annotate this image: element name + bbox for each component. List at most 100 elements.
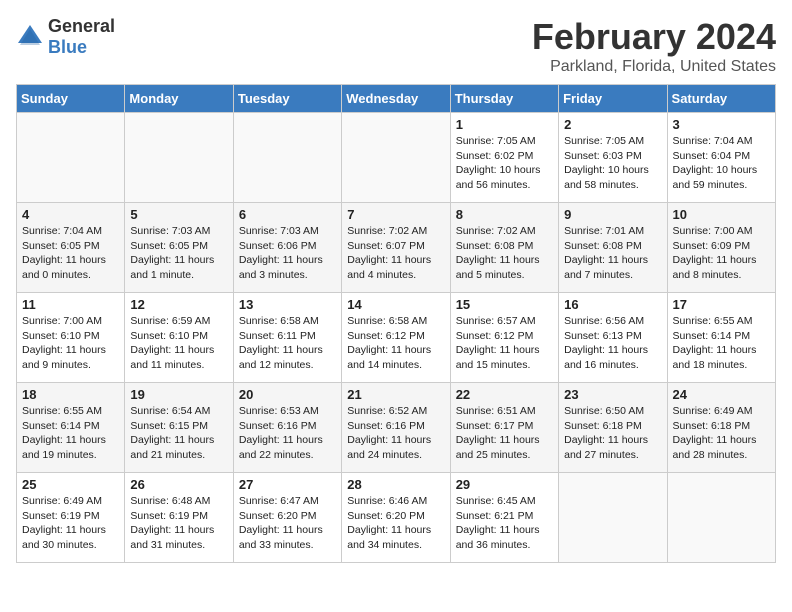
calendar-cell: 2 Sunrise: 7:05 AM Sunset: 6:03 PM Daylig…	[559, 113, 667, 203]
calendar-cell: 29 Sunrise: 6:45 AM Sunset: 6:21 PM Dayli…	[450, 473, 558, 563]
day-number: 19	[130, 387, 227, 402]
day-number: 28	[347, 477, 444, 492]
day-info: Sunrise: 6:52 AM Sunset: 6:16 PM Dayligh…	[347, 404, 444, 463]
calendar-cell: 16 Sunrise: 6:56 AM Sunset: 6:13 PM Dayli…	[559, 293, 667, 383]
day-number: 24	[673, 387, 770, 402]
day-info: Sunrise: 7:00 AM Sunset: 6:10 PM Dayligh…	[22, 314, 119, 373]
day-info: Sunrise: 6:55 AM Sunset: 6:14 PM Dayligh…	[22, 404, 119, 463]
calendar-cell: 7 Sunrise: 7:02 AM Sunset: 6:07 PM Daylig…	[342, 203, 450, 293]
page-title: February 2024	[532, 16, 776, 58]
page-header: General Blue February 2024 Parkland, Flo…	[16, 16, 776, 76]
day-info: Sunrise: 7:02 AM Sunset: 6:08 PM Dayligh…	[456, 224, 553, 283]
day-number: 27	[239, 477, 336, 492]
header-thursday: Thursday	[450, 85, 558, 113]
calendar-cell: 15 Sunrise: 6:57 AM Sunset: 6:12 PM Dayli…	[450, 293, 558, 383]
calendar-cell: 14Sunrise: 6:58 AM Sunset: 6:12 PM Dayli…	[342, 293, 450, 383]
calendar-cell: 5 Sunrise: 7:03 AM Sunset: 6:05 PM Daylig…	[125, 203, 233, 293]
day-info: Sunrise: 6:46 AM Sunset: 6:20 PM Dayligh…	[347, 494, 444, 553]
calendar-cell: 10 Sunrise: 7:00 AM Sunset: 6:09 PM Dayli…	[667, 203, 775, 293]
calendar-week-0: 1Sunrise: 7:05 AM Sunset: 6:02 PM Daylig…	[17, 113, 776, 203]
calendar-cell: 17Sunrise: 6:55 AM Sunset: 6:14 PM Dayli…	[667, 293, 775, 383]
day-number: 5	[130, 207, 227, 222]
calendar-cell: 1Sunrise: 7:05 AM Sunset: 6:02 PM Daylig…	[450, 113, 558, 203]
day-number: 6	[239, 207, 336, 222]
day-info: Sunrise: 7:01 AM Sunset: 6:08 PM Dayligh…	[564, 224, 661, 283]
day-info: Sunrise: 7:05 AM Sunset: 6:02 PM Dayligh…	[456, 134, 553, 193]
calendar-cell: 18Sunrise: 6:55 AM Sunset: 6:14 PM Dayli…	[17, 383, 125, 473]
day-number: 11	[22, 297, 119, 312]
calendar-cell	[559, 473, 667, 563]
day-number: 12	[130, 297, 227, 312]
calendar-table: SundayMondayTuesdayWednesdayThursdayFrid…	[16, 84, 776, 563]
calendar-cell: 9 Sunrise: 7:01 AM Sunset: 6:08 PM Daylig…	[559, 203, 667, 293]
day-number: 4	[22, 207, 119, 222]
day-info: Sunrise: 7:00 AM Sunset: 6:09 PM Dayligh…	[673, 224, 770, 283]
day-info: Sunrise: 6:48 AM Sunset: 6:19 PM Dayligh…	[130, 494, 227, 553]
day-number: 17	[673, 297, 770, 312]
calendar-cell: 13 Sunrise: 6:58 AM Sunset: 6:11 PM Dayli…	[233, 293, 341, 383]
day-info: Sunrise: 6:49 AM Sunset: 6:19 PM Dayligh…	[22, 494, 119, 553]
day-info: Sunrise: 6:56 AM Sunset: 6:13 PM Dayligh…	[564, 314, 661, 373]
calendar-cell: 25 Sunrise: 6:49 AM Sunset: 6:19 PM Dayli…	[17, 473, 125, 563]
day-number: 3	[673, 117, 770, 132]
calendar-header-row: SundayMondayTuesdayWednesdayThursdayFrid…	[17, 85, 776, 113]
day-number: 23	[564, 387, 661, 402]
calendar-cell: 28 Sunrise: 6:46 AM Sunset: 6:20 PM Dayli…	[342, 473, 450, 563]
header-monday: Monday	[125, 85, 233, 113]
calendar-cell	[125, 113, 233, 203]
day-number: 9	[564, 207, 661, 222]
calendar-cell: 26 Sunrise: 6:48 AM Sunset: 6:19 PM Dayli…	[125, 473, 233, 563]
header-wednesday: Wednesday	[342, 85, 450, 113]
day-info: Sunrise: 6:53 AM Sunset: 6:16 PM Dayligh…	[239, 404, 336, 463]
day-info: Sunrise: 6:47 AM Sunset: 6:20 PM Dayligh…	[239, 494, 336, 553]
day-number: 26	[130, 477, 227, 492]
day-info: Sunrise: 6:58 AM Sunset: 6:12 PM Dayligh…	[347, 314, 444, 373]
day-info: Sunrise: 7:05 AM Sunset: 6:03 PM Dayligh…	[564, 134, 661, 193]
logo-icon	[16, 23, 44, 51]
header-sunday: Sunday	[17, 85, 125, 113]
day-info: Sunrise: 6:45 AM Sunset: 6:21 PM Dayligh…	[456, 494, 553, 553]
day-info: Sunrise: 7:04 AM Sunset: 6:04 PM Dayligh…	[673, 134, 770, 193]
day-number: 13	[239, 297, 336, 312]
day-number: 8	[456, 207, 553, 222]
calendar-week-3: 18Sunrise: 6:55 AM Sunset: 6:14 PM Dayli…	[17, 383, 776, 473]
day-info: Sunrise: 6:51 AM Sunset: 6:17 PM Dayligh…	[456, 404, 553, 463]
logo: General Blue	[16, 16, 115, 58]
day-number: 25	[22, 477, 119, 492]
calendar-cell	[342, 113, 450, 203]
calendar-cell: 22 Sunrise: 6:51 AM Sunset: 6:17 PM Dayli…	[450, 383, 558, 473]
day-number: 22	[456, 387, 553, 402]
calendar-cell: 20 Sunrise: 6:53 AM Sunset: 6:16 PM Dayli…	[233, 383, 341, 473]
day-info: Sunrise: 6:54 AM Sunset: 6:15 PM Dayligh…	[130, 404, 227, 463]
day-number: 16	[564, 297, 661, 312]
header-friday: Friday	[559, 85, 667, 113]
day-number: 29	[456, 477, 553, 492]
day-info: Sunrise: 7:02 AM Sunset: 6:07 PM Dayligh…	[347, 224, 444, 283]
calendar-cell: 12 Sunrise: 6:59 AM Sunset: 6:10 PM Dayli…	[125, 293, 233, 383]
title-block: February 2024 Parkland, Florida, United …	[532, 16, 776, 76]
day-info: Sunrise: 6:57 AM Sunset: 6:12 PM Dayligh…	[456, 314, 553, 373]
calendar-cell: 27 Sunrise: 6:47 AM Sunset: 6:20 PM Dayli…	[233, 473, 341, 563]
day-info: Sunrise: 6:59 AM Sunset: 6:10 PM Dayligh…	[130, 314, 227, 373]
day-info: Sunrise: 6:58 AM Sunset: 6:11 PM Dayligh…	[239, 314, 336, 373]
day-number: 2	[564, 117, 661, 132]
calendar-cell	[667, 473, 775, 563]
calendar-cell: 8 Sunrise: 7:02 AM Sunset: 6:08 PM Daylig…	[450, 203, 558, 293]
calendar-cell: 21Sunrise: 6:52 AM Sunset: 6:16 PM Dayli…	[342, 383, 450, 473]
day-number: 7	[347, 207, 444, 222]
day-info: Sunrise: 7:04 AM Sunset: 6:05 PM Dayligh…	[22, 224, 119, 283]
calendar-cell: 4 Sunrise: 7:04 AM Sunset: 6:05 PM Daylig…	[17, 203, 125, 293]
logo-blue: Blue	[48, 37, 87, 57]
day-number: 10	[673, 207, 770, 222]
calendar-cell: 24 Sunrise: 6:49 AM Sunset: 6:18 PM Dayli…	[667, 383, 775, 473]
page-subtitle: Parkland, Florida, United States	[532, 58, 776, 76]
day-info: Sunrise: 6:50 AM Sunset: 6:18 PM Dayligh…	[564, 404, 661, 463]
day-info: Sunrise: 7:03 AM Sunset: 6:05 PM Dayligh…	[130, 224, 227, 283]
calendar-cell: 6Sunrise: 7:03 AM Sunset: 6:06 PM Daylig…	[233, 203, 341, 293]
header-tuesday: Tuesday	[233, 85, 341, 113]
calendar-cell: 11 Sunrise: 7:00 AM Sunset: 6:10 PM Dayli…	[17, 293, 125, 383]
day-number: 15	[456, 297, 553, 312]
calendar-week-2: 11 Sunrise: 7:00 AM Sunset: 6:10 PM Dayli…	[17, 293, 776, 383]
day-info: Sunrise: 6:49 AM Sunset: 6:18 PM Dayligh…	[673, 404, 770, 463]
day-number: 20	[239, 387, 336, 402]
